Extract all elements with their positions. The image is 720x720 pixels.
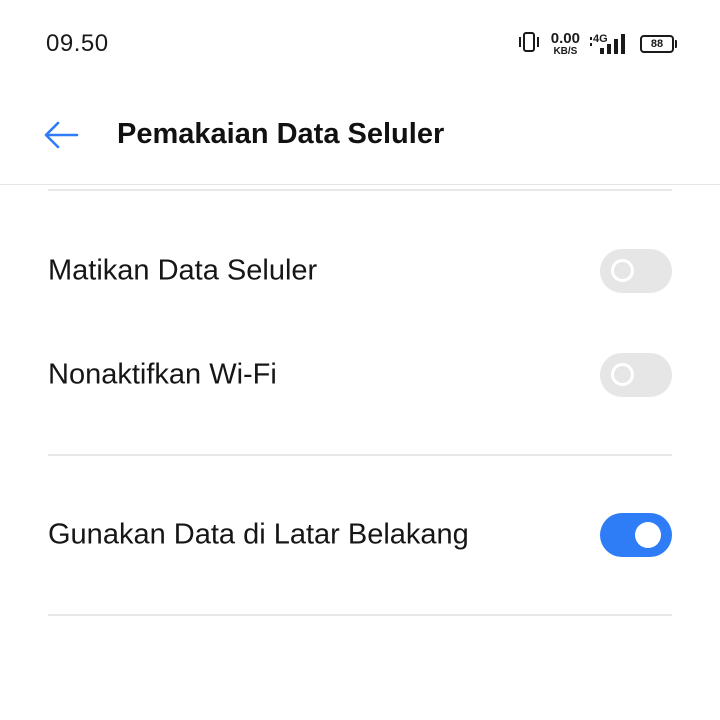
battery-icon: 88 [640, 35, 677, 53]
vibrate-icon [517, 31, 541, 58]
status-bar: 09.50 0.00 KB/S 4G 88 [0, 0, 720, 88]
switch-knob [635, 522, 661, 548]
toggle-switch[interactable] [600, 249, 672, 293]
divider [48, 189, 672, 191]
toggle-switch[interactable] [600, 513, 672, 557]
data-speed: 0.00 KB/S [551, 31, 580, 57]
status-icons: 0.00 KB/S 4G 88 [517, 30, 677, 58]
setting-row-disable-wifi[interactable]: Nonaktifkan Wi-Fi [0, 327, 720, 423]
setting-label: Matikan Data Seluler [48, 254, 318, 287]
status-time: 09.50 [46, 30, 109, 57]
battery-level: 88 [650, 38, 664, 50]
setting-label: Gunakan Data di Latar Belakang [48, 518, 469, 551]
setting-label: Nonaktifkan Wi-Fi [48, 358, 277, 391]
arrow-left-icon [43, 121, 79, 154]
data-speed-unit: KB/S [553, 46, 578, 57]
setting-row-background-data[interactable]: Gunakan Data di Latar Belakang [0, 487, 720, 583]
switch-knob [611, 259, 634, 282]
setting-row-disable-mobile-data[interactable]: Matikan Data Seluler [0, 223, 720, 319]
divider [48, 614, 672, 616]
switch-knob [611, 363, 634, 386]
app-bar: Pemakaian Data Seluler [0, 88, 720, 185]
back-button[interactable] [38, 114, 84, 160]
toggle-switch[interactable] [600, 353, 672, 397]
page-title: Pemakaian Data Seluler [117, 118, 445, 150]
divider [48, 454, 672, 456]
data-speed-value: 0.00 [550, 30, 580, 47]
signal-icon: 4G [590, 31, 630, 57]
